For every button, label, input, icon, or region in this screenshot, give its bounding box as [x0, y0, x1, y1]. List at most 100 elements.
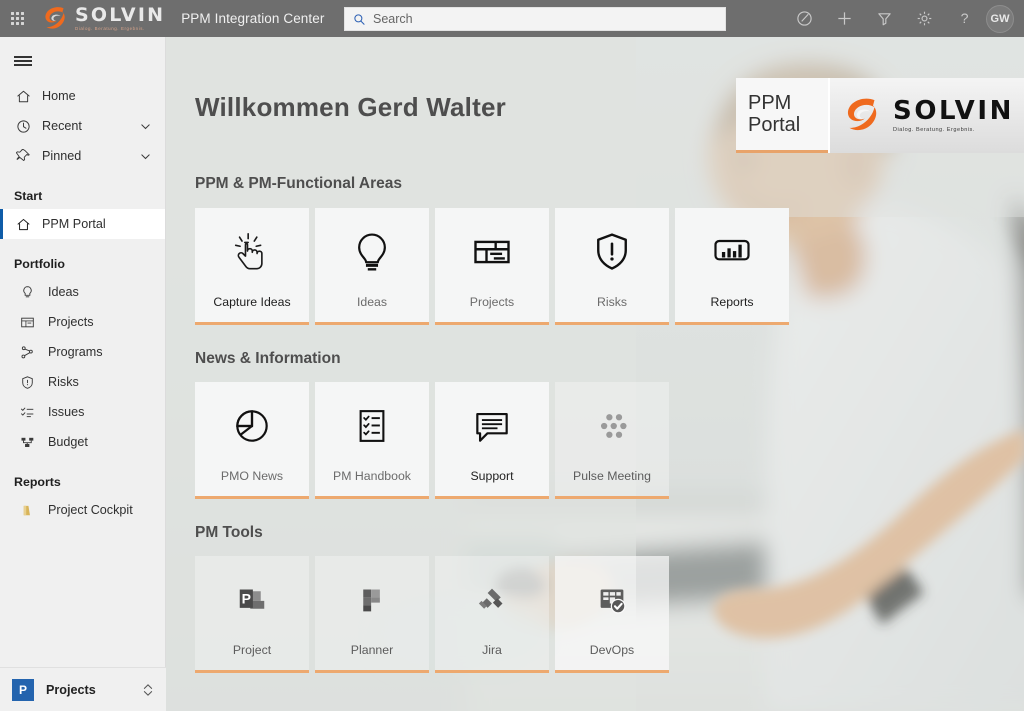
tile-planner[interactable]: Planner — [315, 556, 429, 673]
settings-icon[interactable] — [904, 0, 944, 37]
home-icon — [14, 89, 32, 104]
lightbulb-icon — [315, 208, 429, 295]
sidebar-item-pinned[interactable]: Pinned — [0, 141, 165, 171]
sidebar-item-label: Recent — [42, 119, 82, 133]
tile-risks[interactable]: Risks — [555, 208, 669, 325]
speech-bubble-icon — [435, 382, 549, 469]
sidebar-item-label: Projects — [48, 315, 94, 329]
tile-pulse-meeting[interactable]: Pulse Meeting — [555, 382, 669, 499]
avatar[interactable]: GW — [986, 4, 1014, 33]
sidebar-item-label: Risks — [48, 375, 79, 389]
pin-icon — [14, 148, 32, 164]
sidebar-item-budget[interactable]: Budget — [0, 427, 165, 457]
sidebar-footer-project-switcher[interactable]: P Projects — [0, 667, 166, 711]
tile-row-pm-tools: P Project Planner Jira DevOps — [195, 556, 669, 673]
sidebar-item-projects[interactable]: Projects — [0, 307, 165, 337]
tile-pmo-news[interactable]: PMO News — [195, 382, 309, 499]
tile-project[interactable]: P Project — [195, 556, 309, 673]
tile-label: Jira — [482, 643, 502, 657]
section-title-pm-tools: PM Tools — [195, 524, 263, 541]
sidebar-group-start: Start — [14, 189, 43, 203]
sidebar-item-issues[interactable]: Issues — [0, 397, 165, 427]
sidebar-item-project-cockpit[interactable]: Project Cockpit — [0, 495, 165, 525]
tile-label: PM Handbook — [333, 469, 411, 483]
tile-label: Ideas — [356, 295, 388, 309]
project-badge: P — [12, 678, 34, 701]
tile-jira[interactable]: Jira — [435, 556, 549, 673]
app-title: PPM Integration Center — [181, 11, 325, 26]
ppm-integration-center-window: SOLVIN Dialog. Beratung. Ergebnis. PPM I… — [0, 0, 1024, 711]
shield-icon — [18, 375, 36, 390]
tile-row-functional-areas: Capture Ideas Ideas Projects Risks Repor… — [195, 208, 789, 325]
home-outline-icon — [14, 217, 32, 232]
solvin-brand-logo[interactable]: SOLVIN Dialog. Beratung. Ergebnis. — [40, 0, 165, 37]
sidebar-item-label: Ideas — [48, 285, 79, 299]
hamburger-menu-icon[interactable] — [0, 41, 46, 81]
sidebar-item-label: Pinned — [42, 149, 82, 163]
tile-label: Project — [232, 643, 272, 657]
budget-icon — [18, 435, 36, 450]
report-chart-icon — [18, 503, 36, 518]
tile-label: Projects — [469, 295, 515, 309]
dot-grid-icon — [555, 382, 669, 469]
sidebar-item-ideas[interactable]: Ideas — [0, 277, 165, 307]
top-bar-actions: ? GW — [784, 0, 1020, 37]
pie-chart-icon — [195, 382, 309, 469]
tile-label: PMO News — [220, 469, 284, 483]
global-search-box[interactable] — [344, 7, 726, 31]
tap-hand-icon — [195, 208, 309, 295]
tile-projects[interactable]: Projects — [435, 208, 549, 325]
checklist-icon — [18, 405, 36, 420]
sidebar-item-label: Programs — [48, 345, 103, 359]
sidebar-item-label: Project Cockpit — [48, 503, 133, 517]
add-icon[interactable] — [824, 0, 864, 37]
bar-chart-icon — [675, 208, 789, 295]
solvin-swirl-logo-icon — [45, 6, 65, 29]
ppm-portal-brand-badge: PPM Portal SOLVIN Dialog. Beratung. Erge… — [736, 78, 1024, 153]
tile-capture-ideas[interactable]: Capture Ideas — [195, 208, 309, 325]
sidebar-item-recent[interactable]: Recent — [0, 111, 165, 141]
brand-tagline: Dialog. Beratung. Ergebnis. — [75, 25, 145, 31]
programs-hierarchy-icon — [18, 345, 36, 360]
help-icon[interactable]: ? — [944, 0, 984, 37]
tile-devops[interactable]: DevOps — [555, 556, 669, 673]
sidebar-item-programs[interactable]: Programs — [0, 337, 165, 367]
feedback-icon[interactable] — [784, 0, 824, 37]
brand-name: SOLVIN — [75, 3, 166, 26]
solvin-brand-tagline: Dialog. Beratung. Ergebnis. — [893, 127, 975, 133]
svg-text:?: ? — [960, 11, 968, 27]
search-input[interactable] — [373, 12, 703, 26]
solvin-brand-name: SOLVIN — [893, 96, 1014, 126]
tile-ideas[interactable]: Ideas — [315, 208, 429, 325]
sidebar-item-ppm-portal[interactable]: PPM Portal — [0, 209, 165, 239]
sidebar-item-home[interactable]: Home — [0, 81, 165, 111]
svg-text:P: P — [242, 590, 251, 606]
filter-icon[interactable] — [864, 0, 904, 37]
portal-line-1: PPM — [748, 91, 792, 114]
sidebar-footer-label: Projects — [46, 682, 96, 697]
tile-label: Pulse Meeting — [573, 469, 651, 483]
top-navigation-bar: SOLVIN Dialog. Beratung. Ergebnis. PPM I… — [0, 0, 1024, 37]
solvin-swirl-logo-icon — [847, 98, 877, 130]
tile-label: Risks — [596, 295, 628, 309]
ms-project-icon: P — [195, 556, 309, 643]
chevron-down-icon[interactable] — [140, 121, 151, 132]
section-title-news-information: News & Information — [195, 350, 341, 367]
app-launcher-waffle-icon[interactable] — [0, 0, 34, 37]
search-icon — [354, 13, 365, 25]
sidebar-group-reports: Reports — [14, 475, 61, 489]
tile-label: Capture Ideas — [213, 295, 291, 309]
tile-pm-handbook[interactable]: PM Handbook — [315, 382, 429, 499]
sidebar-item-risks[interactable]: Risks — [0, 367, 165, 397]
sidebar-item-label: PPM Portal — [42, 217, 106, 231]
lightbulb-icon — [18, 285, 36, 300]
clock-icon — [14, 119, 32, 134]
chevron-down-icon[interactable] — [140, 151, 151, 162]
solvin-logo-block: SOLVIN Dialog. Beratung. Ergebnis. — [828, 78, 1024, 153]
chevron-updown-icon[interactable] — [142, 683, 154, 697]
tile-support[interactable]: Support — [435, 382, 549, 499]
shield-alert-icon — [555, 208, 669, 295]
sidebar-group-portfolio: Portfolio — [14, 257, 65, 271]
project-grid-icon — [435, 208, 549, 295]
tile-reports[interactable]: Reports — [675, 208, 789, 325]
